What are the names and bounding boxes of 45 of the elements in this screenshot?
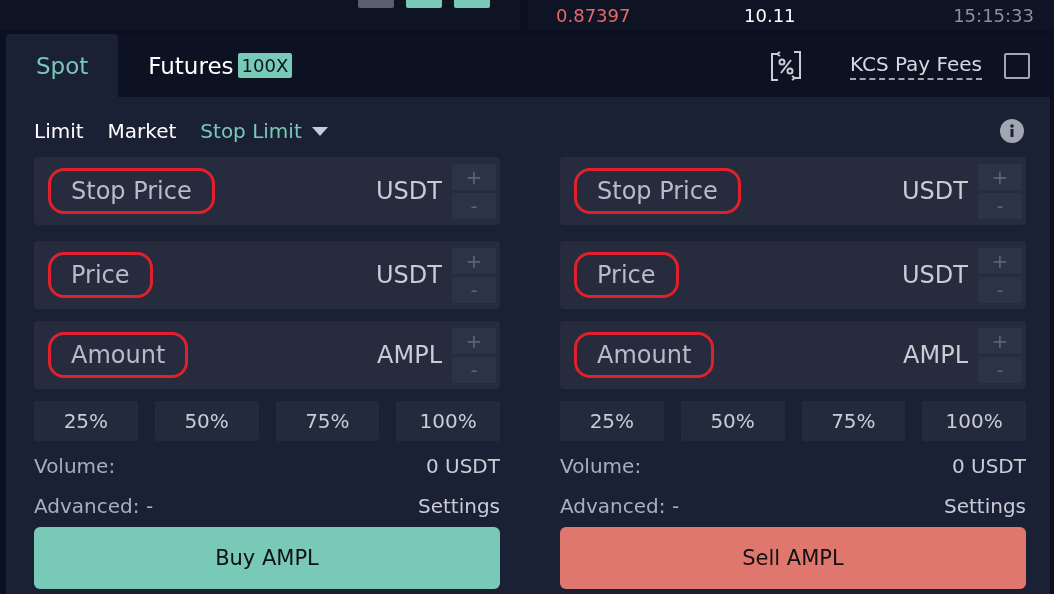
- order-type-tab[interactable]: Stop Limit: [200, 119, 328, 143]
- percent-button[interactable]: 100%: [396, 401, 500, 441]
- trade-amount: 10.11: [744, 4, 797, 26]
- submit-button[interactable]: Buy AMPL: [34, 527, 500, 589]
- volume-label: Volume:: [34, 454, 116, 478]
- unit-label: USDT: [376, 177, 442, 205]
- fee-option-label[interactable]: KCS Pay Fees: [849, 51, 982, 80]
- submit-button[interactable]: Sell AMPL: [560, 527, 1026, 589]
- volume-value: 0 USDT: [425, 454, 500, 478]
- unit-label: AMPL: [377, 341, 442, 369]
- field-placeholder: Price: [48, 252, 153, 298]
- volume-label: Volume:: [560, 454, 642, 478]
- field-placeholder: Amount: [48, 332, 189, 378]
- unit-label: AMPL: [903, 341, 968, 369]
- toggle-button[interactable]: [406, 0, 442, 8]
- field-placeholder: Stop Price: [574, 168, 741, 214]
- percent-button[interactable]: 50%: [680, 401, 785, 441]
- advanced-label: Advanced: -: [560, 494, 680, 518]
- trade-time: 15:15:33: [953, 4, 1034, 26]
- unit-label: USDT: [376, 261, 442, 289]
- checkbox[interactable]: [1004, 52, 1030, 79]
- tab[interactable]: Futures 100X: [118, 34, 323, 97]
- advanced-label: Advanced: -: [34, 494, 154, 518]
- settings-link[interactable]: Settings: [943, 494, 1026, 518]
- field-placeholder: Price: [574, 252, 679, 298]
- unit-label: USDT: [902, 177, 968, 205]
- leverage-badge: 100X: [237, 53, 293, 78]
- field-placeholder: Stop Price: [48, 168, 215, 214]
- percent-button[interactable]: 50%: [154, 401, 259, 441]
- field-placeholder: Amount: [574, 332, 715, 378]
- percent-button[interactable]: 100%: [922, 401, 1026, 441]
- trade-price: 0.87397: [556, 4, 632, 26]
- unit-label: USDT: [902, 261, 968, 289]
- toggle-button[interactable]: [358, 0, 394, 8]
- toggle-button[interactable]: [454, 0, 490, 8]
- percent-button[interactable]: 25%: [34, 401, 138, 441]
- tab[interactable]: Spot: [6, 34, 119, 97]
- order-type-tab[interactable]: Market: [107, 119, 177, 143]
- settings-link[interactable]: Settings: [417, 494, 500, 518]
- order-type-tab[interactable]: Limit: [34, 119, 84, 143]
- percent-button[interactable]: 75%: [275, 401, 380, 441]
- volume-value: 0 USDT: [951, 454, 1026, 478]
- percent-button[interactable]: 25%: [560, 401, 664, 441]
- percent-button[interactable]: 75%: [801, 401, 906, 441]
- info-icon[interactable]: [1000, 119, 1024, 143]
